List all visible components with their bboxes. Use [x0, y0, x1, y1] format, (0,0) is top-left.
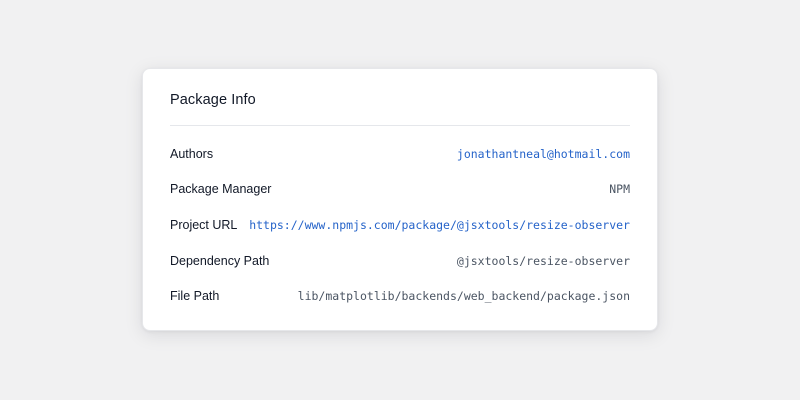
package-manager-value: NPM	[609, 182, 630, 197]
dependency-path-value: @jsxtools/resize-observer	[456, 253, 630, 268]
info-list: Authors jonathantneal@hotmail.com Packag…	[170, 136, 630, 314]
row-authors: Authors jonathantneal@hotmail.com	[170, 136, 630, 172]
authors-label: Authors	[170, 146, 214, 161]
row-file-path: File Path lib/matplotlib/backends/web_ba…	[170, 278, 630, 314]
project-url-link[interactable]: https://www.npmjs.com/package/@jsxtools/…	[249, 218, 630, 232]
row-dependency-path: Dependency Path @jsxtools/resize-observe…	[170, 243, 630, 279]
divider	[170, 125, 630, 126]
package-manager-label: Package Manager	[170, 182, 272, 197]
row-package-manager: Package Manager NPM	[170, 172, 630, 208]
file-path-value: lib/matplotlib/backends/web_backend/pack…	[297, 289, 630, 304]
card-title: Package Info	[170, 92, 256, 108]
package-info-card: Package Info Authors jonathantneal@hotma…	[142, 68, 658, 331]
authors-email-link[interactable]: jonathantneal@hotmail.com	[457, 147, 630, 161]
project-url-label: Project URL	[170, 217, 238, 232]
file-path-label: File Path	[170, 289, 220, 304]
dependency-path-label: Dependency Path	[170, 253, 270, 268]
row-project-url: Project URL https://www.npmjs.com/packag…	[170, 207, 630, 243]
